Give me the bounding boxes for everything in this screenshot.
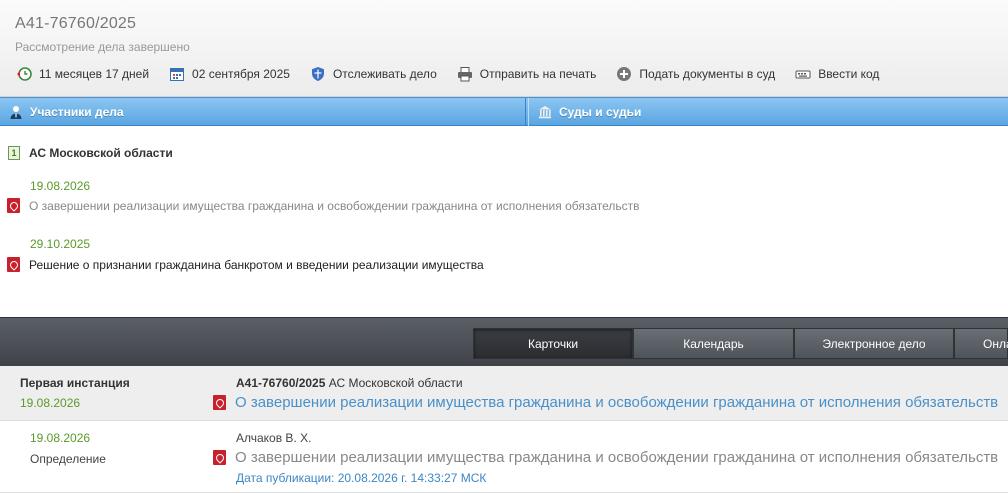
tab-online[interactable]: Онла (954, 328, 1008, 359)
tab-electronic-case-label: Электронное дело (822, 336, 926, 351)
elapsed-time-label: 11 месяцев 17 дней (39, 67, 150, 81)
elapsed-time-button[interactable]: 11 месяцев 17 дней (16, 66, 149, 82)
court-heading[interactable]: 1 АС Московской области (8, 146, 173, 160)
start-date-label: 02 сентября 2025 (192, 67, 290, 81)
section-bar: Участники дела Суды и судьи (0, 97, 1008, 126)
document-link[interactable]: Решение о признании гражданина банкротом… (7, 257, 484, 272)
act-document-link[interactable]: О завершении реализации имущества гражда… (213, 449, 998, 466)
printer-icon (457, 66, 473, 82)
instance-case-number: А41-76760/2025 (236, 376, 326, 390)
instance-date: 19.08.2026 (20, 396, 81, 410)
tab-calendar[interactable]: Календарь (633, 328, 794, 359)
print-label: Отправить на печать (479, 67, 597, 81)
instance-title: Первая инстанция (20, 376, 130, 390)
print-button[interactable]: Отправить на печать (457, 66, 597, 82)
document-link[interactable]: О завершении реализации имущества гражда… (7, 198, 640, 213)
pdf-icon (7, 257, 20, 272)
courthouse-icon (538, 105, 552, 119)
document-date: 19.08.2026 (30, 179, 91, 193)
tab-calendar-label: Календарь (683, 336, 744, 351)
submit-documents-label: Подать документы в суд (639, 67, 776, 81)
instance-number-badge: 1 (8, 146, 20, 160)
enter-code-button[interactable]: Ввести код (795, 66, 879, 82)
instance-row: Первая инстанция 19.08.2026 А41-76760/20… (0, 366, 1008, 421)
act-publication-date: Дата публикации: 20.08.2026 г. 14:33:27 … (236, 471, 487, 485)
clock-back-icon (16, 66, 32, 82)
court-documents-panel: 1 АС Московской области 19.08.2026 О зав… (0, 127, 1008, 317)
shield-icon (310, 66, 326, 82)
courts-label: Суды и судьи (559, 105, 642, 119)
court-name: АС Московской области (29, 146, 173, 160)
plus-circle-icon (616, 66, 632, 82)
judicial-act-row: 19.08.2026 Определение Алчаков В. Х. О з… (0, 422, 1008, 493)
pdf-icon (213, 395, 226, 410)
case-tabs-bar: Карточки Календарь Электронное дело Онла (0, 317, 1008, 366)
document-title: Решение о признании гражданина банкротом… (29, 257, 484, 272)
start-date-button[interactable]: 02 сентября 2025 (169, 66, 290, 82)
track-case-label: Отслеживать дело (332, 67, 437, 81)
case-number: А41-76760/2025 (15, 15, 137, 32)
submit-documents-button[interactable]: Подать документы в суд (616, 66, 775, 82)
instance-document-link[interactable]: О завершении реализации имущества гражда… (213, 394, 998, 411)
participants-label: Участники дела (30, 105, 124, 119)
act-type: Определение (30, 452, 106, 466)
tab-cards-label: Карточки (527, 336, 579, 351)
case-toolbar: 11 месяцев 17 дней 02 сентября 2025 Отсл… (16, 64, 899, 84)
keyboard-icon (795, 66, 811, 82)
act-document-title: О завершении реализации имущества гражда… (235, 449, 999, 466)
act-date: 19.08.2026 (30, 431, 91, 445)
participants-section-header[interactable]: Участники дела (0, 98, 526, 126)
case-status: Рассмотрение дела завершено (15, 40, 190, 54)
pdf-icon (7, 198, 20, 213)
enter-code-label: Ввести код (818, 67, 880, 81)
calendar-icon (169, 66, 185, 82)
instance-document-title[interactable]: О завершении реализации имущества гражда… (235, 394, 998, 411)
pdf-icon (213, 450, 226, 465)
act-judge: Алчаков В. Х. (236, 431, 312, 445)
document-date: 29.10.2025 (30, 237, 91, 251)
person-icon (9, 105, 23, 119)
instance-case: А41-76760/2025 АС Московской области (236, 376, 463, 390)
case-header: А41-76760/2025 Рассмотрение дела заверше… (0, 0, 1008, 97)
courts-section-header[interactable]: Суды и судьи (528, 98, 1008, 126)
tab-cards[interactable]: Карточки (473, 328, 633, 359)
tab-electronic-case[interactable]: Электронное дело (794, 328, 954, 359)
instance-court: АС Московской области (328, 376, 463, 390)
tab-online-label: Онла (983, 336, 1008, 351)
document-title: О завершении реализации имущества гражда… (29, 198, 640, 213)
track-case-button[interactable]: Отслеживать дело (310, 66, 437, 82)
